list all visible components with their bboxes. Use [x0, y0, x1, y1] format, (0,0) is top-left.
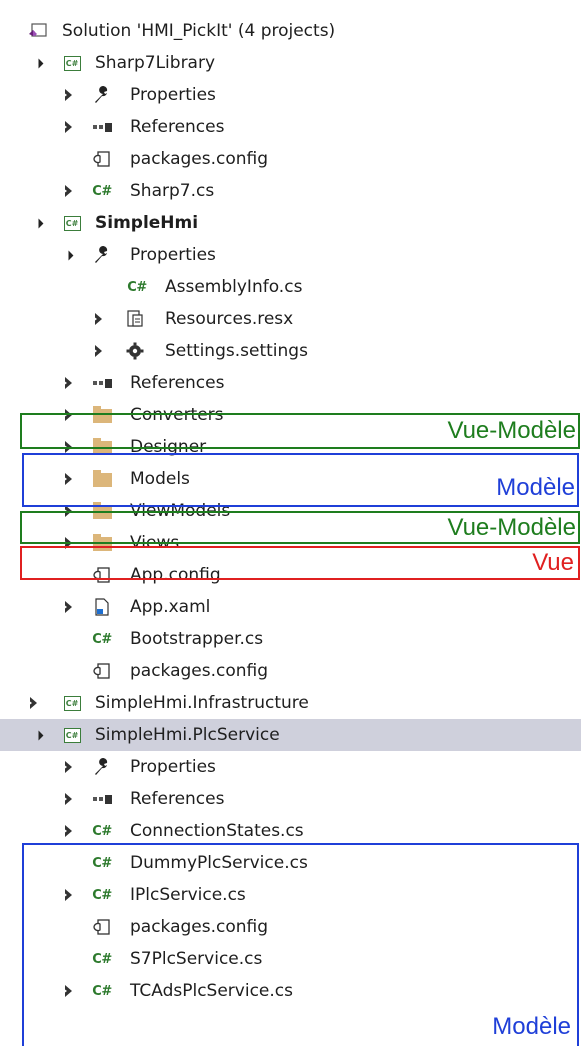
- csharp-project-icon: C#: [62, 214, 82, 232]
- node-label: packages.config: [130, 149, 269, 169]
- tree-item-references[interactable]: References: [0, 367, 581, 399]
- node-label: References: [130, 117, 225, 137]
- csharp-file-icon: C#: [92, 631, 112, 647]
- annotation-label: Vue: [532, 549, 574, 576]
- annotation-box-vue: Vue: [20, 546, 580, 580]
- expand-arrow-icon[interactable]: [27, 696, 39, 710]
- expand-arrow-icon[interactable]: [92, 344, 104, 358]
- expand-arrow-icon[interactable]: [62, 760, 74, 774]
- tree-item-packages-config[interactable]: packages.config: [0, 655, 581, 687]
- tree-item-sharp7-cs[interactable]: C# Sharp7.cs: [0, 175, 581, 207]
- node-label: References: [130, 373, 225, 393]
- node-label: Settings.settings: [165, 341, 308, 361]
- collapse-arrow-icon[interactable]: [62, 248, 74, 262]
- references-icon: [92, 118, 112, 136]
- collapse-arrow-icon[interactable]: [32, 56, 44, 70]
- settings-gear-icon: [125, 342, 145, 360]
- node-label: Properties: [130, 245, 216, 265]
- tree-item-properties[interactable]: Properties: [0, 751, 581, 783]
- node-label: Sharp7Library: [95, 53, 216, 73]
- collapse-arrow-icon[interactable]: [32, 728, 44, 742]
- expand-arrow-icon[interactable]: [62, 600, 74, 614]
- node-label: AssemblyInfo.cs: [165, 277, 303, 297]
- config-file-icon: [92, 150, 112, 168]
- node-label: Bootstrapper.cs: [130, 629, 264, 649]
- annotation-label: Vue-Modèle: [447, 514, 576, 541]
- csharp-file-icon: C#: [127, 279, 147, 295]
- project-node-simplehmi[interactable]: C# SimpleHmi: [0, 207, 581, 239]
- tree-item-references[interactable]: References: [0, 111, 581, 143]
- expand-arrow-icon[interactable]: [62, 88, 74, 102]
- annotation-label: Vue-Modèle: [447, 417, 576, 444]
- collapse-arrow-icon[interactable]: [32, 216, 44, 230]
- node-label: ConnectionStates.cs: [130, 821, 304, 841]
- config-file-icon: [92, 662, 112, 680]
- annotation-box-vue-modele: Vue-Modèle: [20, 413, 580, 449]
- expand-arrow-icon[interactable]: [62, 824, 74, 838]
- node-label: Properties: [130, 757, 216, 777]
- annotation-box-vue-modele: Vue-Modèle: [20, 511, 580, 544]
- solution-label: Solution 'HMI_PickIt' (4 projects): [62, 21, 336, 41]
- project-node-simplehmi-infrastructure[interactable]: C# SimpleHmi.Infrastructure: [0, 687, 581, 719]
- references-icon: [92, 790, 112, 808]
- node-label: App.xaml: [130, 597, 211, 617]
- annotation-box-modele: Modèle: [22, 843, 579, 1046]
- node-label: References: [130, 789, 225, 809]
- annotation-label: Modèle: [492, 1013, 571, 1040]
- solution-node[interactable]: Solution 'HMI_PickIt' (4 projects): [0, 15, 581, 47]
- tree-item-properties[interactable]: Properties: [0, 79, 581, 111]
- resource-file-icon: [125, 310, 145, 328]
- expand-arrow-icon[interactable]: [62, 120, 74, 134]
- node-label: Sharp7.cs: [130, 181, 215, 201]
- expand-arrow-icon[interactable]: [92, 312, 104, 326]
- node-label: SimpleHmi.PlcService: [95, 725, 280, 745]
- node-label: packages.config: [130, 661, 269, 681]
- csharp-project-icon: C#: [62, 694, 82, 712]
- node-label: Resources.resx: [165, 309, 294, 329]
- node-label: Properties: [130, 85, 216, 105]
- annotation-box-modele: Modèle: [22, 453, 579, 507]
- xaml-file-icon: [92, 598, 112, 616]
- visual-studio-solution-icon: [28, 22, 48, 40]
- project-node-simplehmi-plcservice[interactable]: C# SimpleHmi.PlcService: [0, 719, 581, 751]
- tree-item-bootstrapper-cs[interactable]: C# Bootstrapper.cs: [0, 623, 581, 655]
- wrench-icon: [92, 246, 112, 264]
- wrench-icon: [92, 758, 112, 776]
- tree-item-assemblyinfo-cs[interactable]: C# AssemblyInfo.cs: [0, 271, 581, 303]
- tree-item-packages-config[interactable]: packages.config: [0, 143, 581, 175]
- solution-explorer-tree: Solution 'HMI_PickIt' (4 projects) C# Sh…: [0, 0, 581, 1046]
- expand-arrow-icon[interactable]: [62, 376, 74, 390]
- tree-item-properties[interactable]: Properties: [0, 239, 581, 271]
- wrench-icon: [92, 86, 112, 104]
- tree-item-resources-resx[interactable]: Resources.resx: [0, 303, 581, 335]
- csharp-file-icon: C#: [92, 183, 112, 199]
- tree-item-app-xaml[interactable]: App.xaml: [0, 591, 581, 623]
- tree-item-settings-settings[interactable]: Settings.settings: [0, 335, 581, 367]
- csharp-project-icon: C#: [62, 726, 82, 744]
- node-label: SimpleHmi.Infrastructure: [95, 693, 309, 713]
- expand-arrow-icon[interactable]: [62, 792, 74, 806]
- csharp-file-icon: C#: [92, 823, 112, 839]
- tree-item-references[interactable]: References: [0, 783, 581, 815]
- annotation-label: Modèle: [496, 474, 575, 501]
- csharp-project-icon: C#: [62, 54, 82, 72]
- node-label: SimpleHmi: [95, 213, 199, 233]
- expand-arrow-icon[interactable]: [62, 184, 74, 198]
- project-node-sharp7library[interactable]: C# Sharp7Library: [0, 47, 581, 79]
- references-icon: [92, 374, 112, 392]
